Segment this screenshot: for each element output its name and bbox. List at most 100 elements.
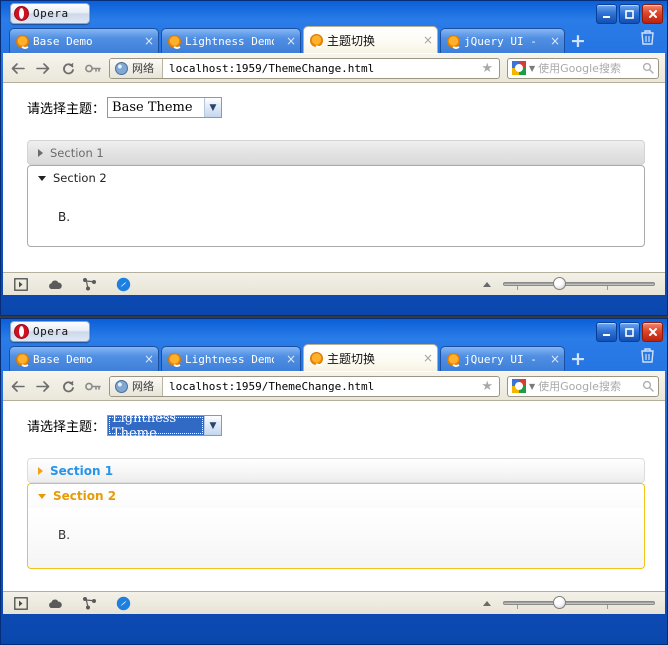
tab-label: Base Demo: [33, 34, 93, 48]
window-controls-base: [596, 4, 663, 24]
accordion-header-section-1[interactable]: Section 1: [27, 458, 645, 483]
accordion-base: Section 1 Section 2 B.: [27, 140, 645, 247]
tab-favicon-icon: [16, 34, 29, 48]
forward-button[interactable]: [34, 377, 52, 395]
triangle-right-icon: [38, 466, 43, 475]
key-icon[interactable]: [84, 59, 102, 77]
chevron-down-icon[interactable]: ▼: [529, 382, 535, 391]
tab-close-icon[interactable]: ×: [136, 353, 154, 365]
search-placeholder: 使用Google搜索: [538, 380, 621, 393]
theme-select-value: Lightness Theme: [108, 411, 205, 441]
triangle-up-icon[interactable]: [483, 281, 491, 287]
tab-jquery-ui[interactable]: jQuery UI - ... ×: [440, 346, 565, 371]
panel-toggle-icon[interactable]: [13, 595, 29, 611]
trash-icon[interactable]: [640, 347, 655, 367]
globe-icon: [115, 61, 128, 75]
accordion-panel-section-2: B.: [27, 190, 645, 247]
accordion-header-label: Section 1: [50, 463, 114, 478]
trash-icon[interactable]: [640, 29, 655, 49]
tab-close-icon[interactable]: ×: [415, 352, 433, 364]
accordion-header-section-2[interactable]: Section 2: [27, 165, 645, 190]
statusbar-lightness: [3, 591, 665, 614]
unite-share-icon[interactable]: [81, 595, 97, 611]
address-bar[interactable]: 网络 localhost:1959/ThemeChange.html ★: [109, 57, 500, 79]
theme-select[interactable]: Base Theme ▼: [107, 97, 223, 118]
maximize-button[interactable]: [619, 322, 640, 342]
new-tab-button[interactable]: +: [567, 347, 589, 371]
zoom-slider[interactable]: [503, 277, 655, 290]
zoom-slider-thumb[interactable]: [553, 277, 566, 290]
tab-theme-change[interactable]: 主题切换 ×: [303, 26, 438, 53]
tab-close-icon[interactable]: ×: [415, 34, 433, 46]
tab-close-icon[interactable]: ×: [278, 35, 296, 47]
opera-window-base: Opera Base Demo × Lightness Demo × 主题切换 …: [0, 0, 668, 316]
opera-turbo-icon[interactable]: [115, 595, 131, 611]
minimize-button[interactable]: [596, 4, 617, 24]
panel-toggle-icon[interactable]: [13, 276, 29, 292]
back-button[interactable]: [9, 377, 27, 395]
chevron-down-icon[interactable]: ▼: [204, 416, 222, 435]
search-box[interactable]: ▼ 使用Google搜索: [507, 57, 659, 79]
back-button[interactable]: [9, 59, 27, 77]
chevron-down-icon[interactable]: ▼: [204, 98, 222, 117]
opera-menu-button[interactable]: Opera: [10, 3, 90, 24]
theme-select[interactable]: Lightness Theme ▼: [107, 411, 223, 441]
tab-close-icon[interactable]: ×: [278, 353, 296, 365]
forward-button[interactable]: [34, 59, 52, 77]
accordion-header-section-1[interactable]: Section 1: [27, 140, 645, 165]
opera-window-lightness: Opera Base Demo × Lightness Demo × 主题切换 …: [0, 318, 668, 645]
close-button[interactable]: [642, 4, 663, 24]
search-box[interactable]: ▼ 使用Google搜索: [507, 375, 659, 397]
security-zone-indicator[interactable]: 网络: [110, 376, 163, 396]
opera-turbo-icon[interactable]: [115, 276, 131, 292]
key-icon[interactable]: [84, 377, 102, 395]
minimize-button[interactable]: [596, 322, 617, 342]
tab-close-icon[interactable]: ×: [542, 35, 560, 47]
tab-label: 主题切换: [327, 351, 376, 366]
tab-favicon-icon: [168, 34, 181, 48]
tab-base-demo[interactable]: Base Demo ×: [9, 28, 159, 53]
opera-menu-button[interactable]: Opera: [10, 321, 90, 342]
navigation-toolbar-lightness: 网络 localhost:1959/ThemeChange.html ★ ▼ 使…: [3, 371, 665, 401]
google-icon: [512, 379, 526, 393]
tab-close-icon[interactable]: ×: [542, 353, 560, 365]
tab-lightness-demo[interactable]: Lightness Demo ×: [161, 346, 301, 371]
page-viewport-base: 请选择主题： Base Theme ▼ Section 1 Section 2 …: [3, 83, 665, 272]
cloud-icon[interactable]: [47, 595, 63, 611]
magnifier-icon[interactable]: [642, 59, 654, 78]
opera-logo-icon: [14, 324, 29, 339]
star-icon[interactable]: ★: [475, 379, 499, 394]
zoom-slider-thumb[interactable]: [553, 596, 566, 609]
theme-selector-row-base: 请选择主题： Base Theme ▼: [3, 83, 665, 118]
star-icon[interactable]: ★: [475, 61, 499, 76]
theme-select-label: 请选择主题：: [27, 102, 106, 117]
triangle-down-icon: [38, 175, 46, 181]
maximize-button[interactable]: [619, 4, 640, 24]
reload-button[interactable]: [59, 59, 77, 77]
tab-base-demo[interactable]: Base Demo ×: [9, 346, 159, 371]
zoom-slider[interactable]: [503, 596, 655, 609]
magnifier-icon[interactable]: [642, 377, 654, 396]
close-button[interactable]: [642, 322, 663, 342]
tab-label: Lightness Demo: [185, 34, 274, 48]
tab-theme-change[interactable]: 主题切换 ×: [303, 344, 438, 371]
url-text[interactable]: localhost:1959/ThemeChange.html: [163, 62, 475, 75]
cloud-icon[interactable]: [47, 276, 63, 292]
tab-favicon-icon: [447, 352, 460, 366]
zone-label: 网络: [132, 62, 154, 75]
tab-close-icon[interactable]: ×: [136, 35, 154, 47]
tab-favicon-icon: [310, 33, 323, 47]
chevron-down-icon[interactable]: ▼: [529, 64, 535, 73]
triangle-up-icon[interactable]: [483, 600, 491, 606]
tab-lightness-demo[interactable]: Lightness Demo ×: [161, 28, 301, 53]
new-tab-button[interactable]: +: [567, 29, 589, 53]
reload-button[interactable]: [59, 377, 77, 395]
address-bar[interactable]: 网络 localhost:1959/ThemeChange.html ★: [109, 375, 500, 397]
unite-share-icon[interactable]: [81, 276, 97, 292]
accordion-header-section-2[interactable]: Section 2: [27, 483, 645, 508]
security-zone-indicator[interactable]: 网络: [110, 58, 163, 78]
tab-jquery-ui[interactable]: jQuery UI - ... ×: [440, 28, 565, 53]
tab-label: jQuery UI - ...: [464, 34, 538, 48]
url-text[interactable]: localhost:1959/ThemeChange.html: [163, 380, 475, 393]
zoom-slider-tick: [607, 605, 608, 609]
